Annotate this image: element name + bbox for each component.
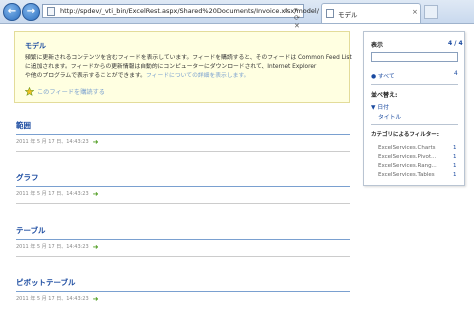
category-item[interactable]: ExcelServices.Pivot... <box>378 154 436 160</box>
go-arrow-icon[interactable]: ➜ <box>93 295 99 303</box>
address-bar[interactable]: http://spdev/_vti_bin/ExcelRest.aspx/Sha… <box>42 4 319 30</box>
new-tab-button[interactable] <box>424 5 438 19</box>
panel-divider <box>371 124 458 125</box>
category-count: 1 <box>453 172 457 178</box>
entry-separator <box>16 203 350 204</box>
banner-title: モデル <box>25 42 46 50</box>
go-arrow-icon[interactable]: ➜ <box>93 190 99 198</box>
refresh-icon[interactable]: ▾ ⟳ ✕ <box>294 6 303 30</box>
sort-by-date[interactable]: ▼ 日付 <box>371 102 389 111</box>
filter-all-label: すべて <box>377 74 395 80</box>
entry-separator <box>16 256 350 257</box>
entry-date: 2011 年 5 月 17 日、14:43:23 <box>16 191 89 197</box>
tab-model[interactable]: モデル × <box>321 3 421 23</box>
subscribe-label: このフィードを購読する <box>37 89 105 96</box>
panel-divider <box>371 84 458 85</box>
browser-toolbar: ← → http://spdev/_vti_bin/ExcelRest.aspx… <box>0 0 474 30</box>
banner-line: 頻繁に更新されるコンテンツを含むフィードを表示しています。フィードを購読すると、… <box>25 55 352 61</box>
tab-close-icon[interactable]: × <box>412 8 418 16</box>
feed-entry: ピボットテーブル 2011 年 5 月 17 日、14:43:23 ➜ <box>16 277 350 303</box>
go-arrow-icon[interactable]: ➜ <box>93 243 99 251</box>
entry-divider <box>16 186 350 187</box>
category-item[interactable]: ExcelServices.Charts <box>378 145 436 151</box>
banner-line: や他のプログラムで表示することができます。 <box>25 73 146 79</box>
display-heading: 表示 <box>371 42 384 49</box>
filter-all-count: 4 <box>454 71 458 77</box>
page-icon <box>326 9 334 18</box>
category-count: 1 <box>453 145 457 151</box>
entry-divider <box>16 239 350 240</box>
feed-entry: 範囲 2011 年 5 月 17 日、14:43:23 ➜ <box>16 120 350 146</box>
category-item[interactable]: ExcelServices.Tables <box>378 172 435 178</box>
item-count: 4 / 4 <box>448 40 463 47</box>
sort-heading: 並べ替え: <box>371 92 398 99</box>
feed-filter-panel: 表示 4 / 4 ● すべて 4 並べ替え: ▼ 日付 タイトル カテゴリによる… <box>363 31 465 186</box>
tab-label: モデル <box>338 11 358 19</box>
go-arrow-icon[interactable]: ➜ <box>93 138 99 146</box>
category-count: 1 <box>453 163 457 169</box>
entry-title[interactable]: テーブル <box>16 225 350 236</box>
bullet-icon: ● <box>371 74 378 80</box>
feed-entry: グラフ 2011 年 5 月 17 日、14:43:23 ➜ <box>16 172 350 198</box>
entry-separator <box>16 151 350 152</box>
entry-divider <box>16 134 350 135</box>
subscribe-link[interactable]: このフィードを購読する <box>25 87 105 96</box>
back-button[interactable]: ← <box>3 3 21 21</box>
category-heading: カテゴリによるフィルター: <box>371 132 439 138</box>
feed-info-banner: モデル 頻繁に更新されるコンテンツを含むフィードを表示しています。フィードを購読… <box>14 31 352 103</box>
entry-date: 2011 年 5 月 17 日、14:43:23 <box>16 139 89 145</box>
url-text: http://spdev/_vti_bin/ExcelRest.aspx/Sha… <box>60 7 319 15</box>
search-icon[interactable]: ⌕ <box>284 6 288 16</box>
feed-search-input[interactable] <box>371 52 458 62</box>
sort-date-label: 日付 <box>377 105 389 111</box>
sort-by-title[interactable]: タイトル <box>378 112 401 121</box>
filter-all[interactable]: ● すべて <box>371 71 395 80</box>
entry-title[interactable]: グラフ <box>16 172 350 183</box>
banner-line: に追加されます。フィードからの更新情報は自動的にコンピューターにダウンロードされ… <box>25 64 317 70</box>
entry-date: 2011 年 5 月 17 日、14:43:23 <box>16 296 89 302</box>
subscribe-star-icon <box>25 87 34 96</box>
entry-date: 2011 年 5 月 17 日、14:43:23 <box>16 244 89 250</box>
entry-title[interactable]: 範囲 <box>16 120 350 131</box>
feed-entry: テーブル 2011 年 5 月 17 日、14:43:23 ➜ <box>16 225 350 251</box>
entry-divider <box>16 291 350 292</box>
category-count: 1 <box>453 154 457 160</box>
entry-title[interactable]: ピボットテーブル <box>16 277 350 288</box>
feed-details-link[interactable]: フィードについての詳細を表示します。 <box>146 73 249 79</box>
category-item[interactable]: ExcelServices.Rang... <box>378 163 437 169</box>
forward-button[interactable]: → <box>22 3 40 21</box>
page-icon <box>47 7 55 16</box>
